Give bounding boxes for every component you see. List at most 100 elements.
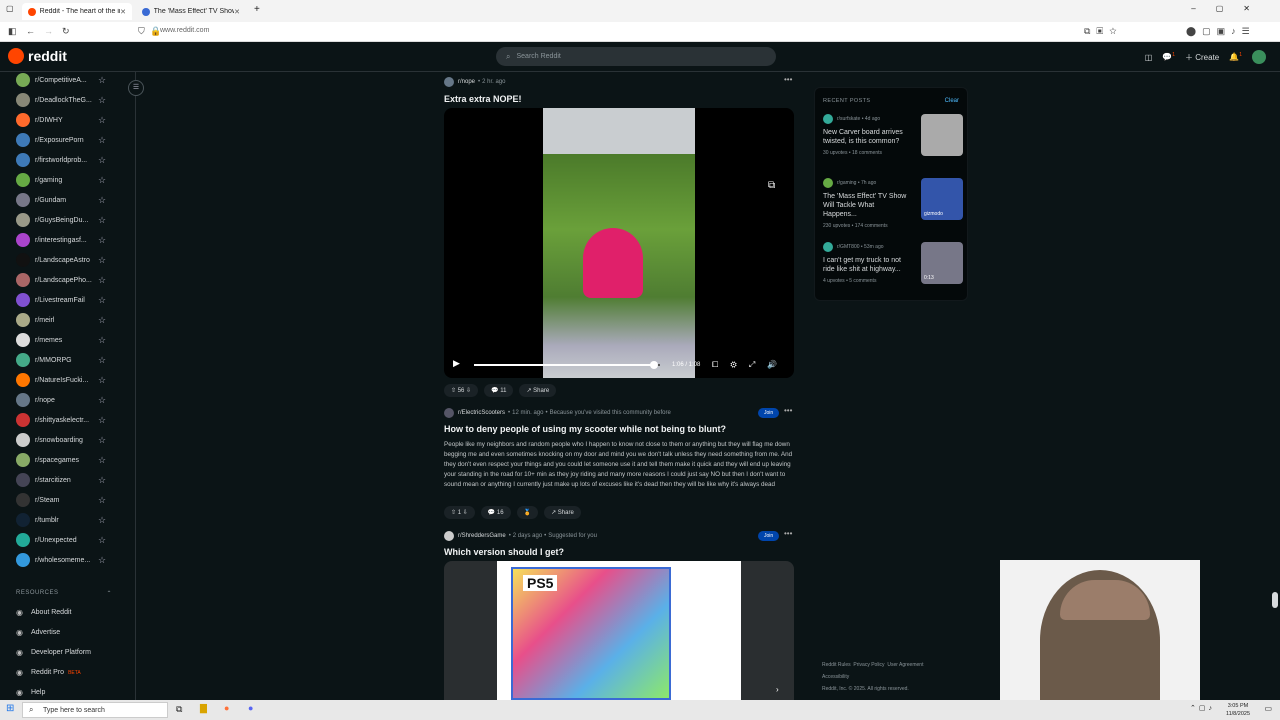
sidebar-community-item[interactable]: r/Unexpected ☆ <box>16 530 112 550</box>
post-title[interactable]: Extra extra NOPE! <box>444 94 522 104</box>
video-controls-icons[interactable]: ⧠⚙⤢🔊 <box>712 360 789 370</box>
sidebar-community-item[interactable]: r/LandscapeAstro ☆ <box>16 250 112 270</box>
sidebar-community-item[interactable]: r/CompetitiveA... ☆ <box>16 72 112 90</box>
video-progress-track[interactable] <box>474 361 660 369</box>
play-icon[interactable]: ▶ <box>453 358 460 369</box>
favorite-star-icon[interactable]: ☆ <box>98 255 106 266</box>
search-input[interactable]: ⌕ Search Reddit <box>496 47 776 66</box>
sidebar-community-item[interactable]: r/starcitizen ☆ <box>16 470 112 490</box>
sidebar-community-item[interactable]: r/tumblr ☆ <box>16 510 112 530</box>
next-image-icon[interactable]: › <box>776 685 779 694</box>
advertise-icon[interactable]: ◫ <box>1145 53 1153 62</box>
resource-item[interactable]: ◉ Advertise <box>16 628 60 637</box>
favorite-star-icon[interactable]: ☆ <box>98 75 106 86</box>
community-avatar[interactable] <box>444 77 454 87</box>
favorite-star-icon[interactable]: ☆ <box>98 195 106 206</box>
discord-icon[interactable]: ● <box>248 703 253 713</box>
recent-post-item[interactable]: r/surfskate • 4d ago New Carver board arr… <box>823 114 963 174</box>
close-tab-icon[interactable]: ✕ <box>234 8 240 16</box>
notification-center-icon[interactable]: ▭ <box>1264 704 1272 713</box>
resource-item[interactable]: ◉ Developer Platform <box>16 648 91 657</box>
share-button[interactable]: ↗ Share <box>544 506 581 519</box>
reload-icon[interactable]: ↻ <box>62 26 70 37</box>
post-options-icon[interactable]: ••• <box>784 529 792 538</box>
file-explorer-icon[interactable]: ▇ <box>200 703 207 714</box>
favorite-star-icon[interactable]: ☆ <box>98 475 106 486</box>
sidebar-community-item[interactable]: r/Steam ☆ <box>16 490 112 510</box>
tab-actions-icon[interactable]: ▢ <box>6 4 14 13</box>
taskbar-clock[interactable]: 3:05 PM 11/8/2025 <box>1226 702 1250 718</box>
sidebar-community-item[interactable]: r/shittyaskelectr... ☆ <box>16 410 112 430</box>
favorite-star-icon[interactable]: ☆ <box>98 435 106 446</box>
post-subreddit[interactable]: r/ShreddersGame <box>458 533 506 539</box>
footer-link[interactable]: Reddit Rules <box>822 662 851 668</box>
sidebar-community-item[interactable]: r/snowboarding ☆ <box>16 430 112 450</box>
favorite-star-icon[interactable]: ☆ <box>98 95 106 106</box>
chat-icon[interactable]: 💬1 <box>1162 52 1175 62</box>
sidebar-community-item[interactable]: r/meirl ☆ <box>16 310 112 330</box>
post-title[interactable]: How to deny people of using my scooter w… <box>444 424 794 434</box>
extension-icons[interactable]: ⬤▢▣♪☰ <box>1186 26 1256 37</box>
recent-post-item[interactable]: r/gaming • 7h ago The 'Mass Effect' TV Sh… <box>823 178 963 238</box>
favorite-star-icon[interactable]: ☆ <box>98 275 106 286</box>
user-avatar[interactable] <box>1252 50 1266 64</box>
sidebar-community-item[interactable]: r/NatureIsFucki... ☆ <box>16 370 112 390</box>
notifications-icon[interactable]: 🔔1 <box>1229 52 1242 62</box>
join-button[interactable]: Join <box>758 408 780 418</box>
window-controls-icon[interactable]: –▢✕ <box>1191 4 1270 13</box>
vote-control[interactable]: ⇧ 56 ⇩ <box>444 384 479 397</box>
create-button[interactable]: ＋ Create <box>1185 52 1219 63</box>
favorite-star-icon[interactable]: ☆ <box>98 115 106 126</box>
sidebar-community-item[interactable]: r/DIWHY ☆ <box>16 110 112 130</box>
favorite-star-icon[interactable]: ☆ <box>98 135 106 146</box>
resource-item[interactable]: ◉ Reddit Pro BETA <box>16 668 81 677</box>
favorite-star-icon[interactable]: ☆ <box>98 395 106 406</box>
recent-post-item[interactable]: r/GMT800 • 53m ago I can't get my truck t… <box>823 242 963 302</box>
clear-button[interactable]: Clear <box>945 98 959 104</box>
sidebar-community-item[interactable]: r/gaming ☆ <box>16 170 112 190</box>
sidebar-toggle-icon[interactable]: ◧ <box>8 26 17 37</box>
favorite-star-icon[interactable]: ☆ <box>98 215 106 226</box>
sidebar-community-item[interactable]: r/LandscapePho... ☆ <box>16 270 112 290</box>
comments-button[interactable]: 💬 16 <box>480 506 511 519</box>
collapse-sidebar-icon[interactable]: ☰ <box>128 80 144 96</box>
favorite-star-icon[interactable]: ☆ <box>98 155 106 166</box>
favorite-star-icon[interactable]: ☆ <box>98 315 106 326</box>
footer-link[interactable]: Accessibility <box>822 674 849 680</box>
footer-link[interactable]: Privacy Policy <box>853 662 884 668</box>
post-title[interactable]: Which version should I get? <box>444 547 564 557</box>
tab-mass-effect[interactable]: The 'Mass Effect' TV Show Will ✕ <box>136 3 246 20</box>
task-view-icon[interactable]: ⧉ <box>176 704 182 715</box>
post-options-icon[interactable]: ••• <box>784 406 792 415</box>
sidebar-community-item[interactable]: r/interestingasf... ☆ <box>16 230 112 250</box>
scrollbar-thumb[interactable] <box>1272 592 1278 608</box>
browser-toolbar-icons[interactable]: ⧉▣☆ <box>1084 26 1123 37</box>
community-avatar[interactable] <box>444 408 454 418</box>
favorite-star-icon[interactable]: ☆ <box>98 535 106 546</box>
sidebar-community-item[interactable]: r/wholesomeme... ☆ <box>16 550 112 570</box>
favorite-star-icon[interactable]: ☆ <box>98 495 106 506</box>
sidebar-community-item[interactable]: r/Gundam ☆ <box>16 190 112 210</box>
sidebar-community-item[interactable]: r/GuysBeingDu... ☆ <box>16 210 112 230</box>
tab-reddit[interactable]: Reddit - The heart of the intern ✕ <box>22 3 132 20</box>
award-icon[interactable]: 🏅 <box>516 506 539 519</box>
vote-control[interactable]: ⇧ 1 ⇩ <box>444 506 475 519</box>
favorite-star-icon[interactable]: ☆ <box>98 375 106 386</box>
favorite-star-icon[interactable]: ☆ <box>98 515 106 526</box>
fullscreen-popout-icon[interactable]: ⧉ <box>768 180 775 191</box>
sidebar-community-item[interactable]: r/ExposurePorn ☆ <box>16 130 112 150</box>
join-button[interactable]: Join <box>758 531 780 541</box>
taskbar-search-input[interactable]: ⌕ Type here to search <box>22 702 168 718</box>
reddit-logo[interactable]: reddit <box>8 48 67 64</box>
back-icon[interactable]: ← <box>26 26 35 36</box>
windows-start-icon[interactable]: ⊞ <box>6 703 14 714</box>
favorite-star-icon[interactable]: ☆ <box>98 295 106 306</box>
sidebar-community-item[interactable]: r/memes ☆ <box>16 330 112 350</box>
resource-item[interactable]: ◉ About Reddit <box>16 608 71 617</box>
sidebar-community-item[interactable]: r/spacegames ☆ <box>16 450 112 470</box>
favorite-star-icon[interactable]: ☆ <box>98 355 106 366</box>
resources-heading[interactable]: RESOURCES ⌃ <box>16 590 112 597</box>
forward-icon[interactable]: → <box>44 26 53 36</box>
footer-link[interactable]: User Agreement <box>887 662 923 668</box>
sidebar-community-item[interactable]: r/MMORPG ☆ <box>16 350 112 370</box>
